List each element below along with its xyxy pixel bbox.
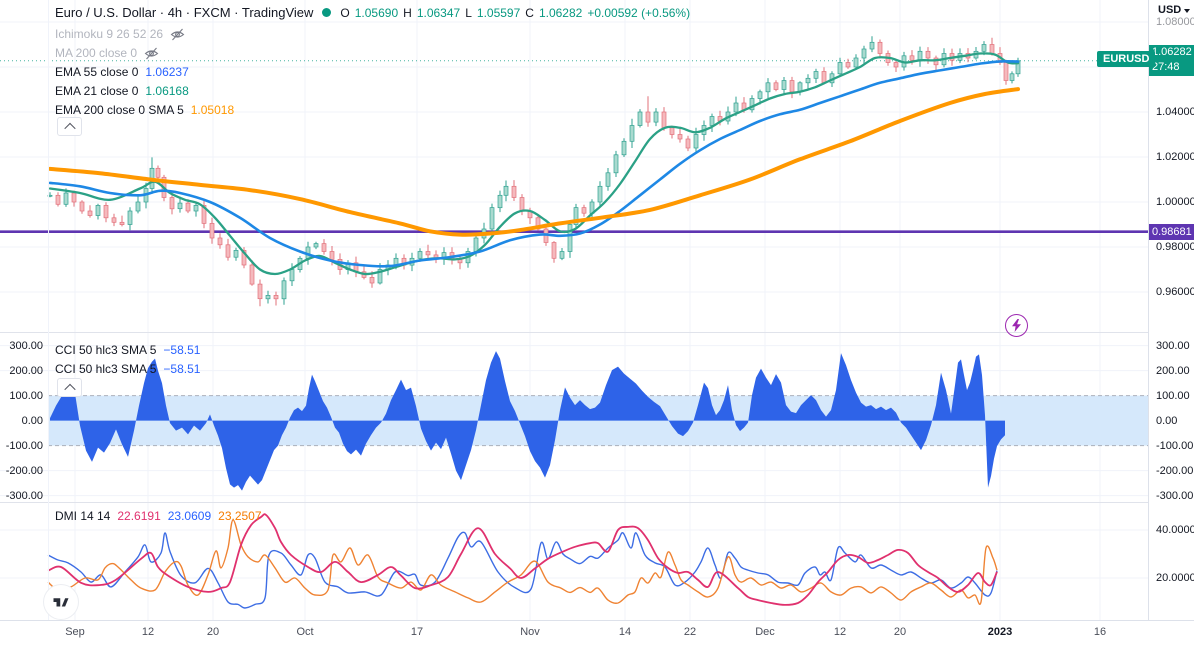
cci-tick: 0.00 bbox=[1156, 414, 1178, 427]
price-tick: 1.08000 bbox=[1156, 16, 1194, 28]
indicator-cci2-label[interactable]: CCI 50 hlc3 SMA 5 bbox=[55, 362, 156, 376]
dmi-tick: 20.0000 bbox=[1156, 572, 1194, 584]
cci-tick-left: 0.00 bbox=[21, 414, 43, 427]
time-tick: 17 bbox=[410, 626, 424, 638]
left-gutter-line bbox=[48, 0, 49, 620]
eye-hidden-icon[interactable] bbox=[144, 47, 159, 60]
last-price-badge: 1.06282 27:48 bbox=[1149, 45, 1194, 76]
dmi-tick: 40.0000 bbox=[1156, 524, 1194, 536]
indicator-cci1-label[interactable]: CCI 50 hlc3 SMA 5 bbox=[55, 343, 156, 357]
time-tick: 12 bbox=[833, 626, 847, 638]
cci-tick: 200.00 bbox=[1156, 364, 1190, 377]
indicator-ema200-value: 1.05018 bbox=[190, 103, 235, 117]
indicator-cci2-value: −58.51 bbox=[163, 362, 201, 376]
symbol-title[interactable]: Euro / U.S. Dollar · 4h · FXCM · Trading… bbox=[55, 5, 313, 20]
series-marker-dot[interactable] bbox=[322, 8, 332, 17]
time-tick: 12 bbox=[141, 626, 155, 638]
ohlc-close-label: C bbox=[525, 5, 534, 20]
time-tick: Nov bbox=[520, 626, 540, 638]
indicator-ema21-label[interactable]: EMA 21 close 0 bbox=[55, 84, 138, 98]
price-tick: 1.02000 bbox=[1156, 151, 1194, 163]
indicator-cci1-value: −58.51 bbox=[163, 343, 201, 357]
indicator-ema21-value: 1.06168 bbox=[145, 84, 189, 98]
indicator-ema200-label[interactable]: EMA 200 close 0 SMA 5 bbox=[55, 103, 184, 117]
time-tick: Oct bbox=[296, 626, 314, 638]
indicator-ema55-label[interactable]: EMA 55 close 0 bbox=[55, 65, 138, 79]
price-tick: 1.04000 bbox=[1156, 106, 1194, 118]
countdown-timer: 27:48 bbox=[1152, 61, 1180, 73]
time-tick: 20 bbox=[206, 626, 220, 638]
ohlc-low-label: L bbox=[465, 5, 472, 20]
flash-events-icon[interactable] bbox=[1005, 314, 1028, 337]
indicator-ma200-label[interactable]: MA 200 close 0 bbox=[55, 46, 137, 60]
cci-tick-left: 200.00 bbox=[9, 364, 43, 377]
time-tick: 16 bbox=[1093, 626, 1107, 638]
time-tick: 22 bbox=[683, 626, 697, 638]
ohlc-readout: O 1.05690 H 1.06347 L 1.05597 C 1.06282 +0.0… bbox=[340, 6, 690, 20]
right-price-axis[interactable]: USD 1.08000 1.04000 1.02000 1.00000 0.98000 0… bbox=[1149, 0, 1194, 649]
currency-label: USD bbox=[1158, 4, 1182, 16]
chevron-up-icon bbox=[63, 383, 76, 395]
eye-hidden-icon[interactable] bbox=[170, 28, 185, 41]
cci-tick: -200.00 bbox=[1156, 464, 1194, 477]
cci-pane-chart[interactable] bbox=[0, 332, 1148, 502]
cci-tick-left: 300.00 bbox=[9, 339, 43, 352]
pane-divider[interactable] bbox=[0, 332, 1148, 333]
ohlc-open-label: O bbox=[340, 5, 350, 20]
collapse-legend-button[interactable] bbox=[57, 117, 82, 136]
indicator-dmi-minusdi-value: 23.2507 bbox=[218, 509, 262, 523]
cci-tick-left: -200.00 bbox=[5, 464, 43, 477]
chevron-down-icon bbox=[1184, 8, 1191, 13]
price-tick: 1.00000 bbox=[1156, 196, 1194, 208]
symbol-price-tag: EURUSD bbox=[1097, 51, 1156, 67]
level-price-value: 0.98681 bbox=[1152, 226, 1192, 238]
ohlc-close-value: 1.06282 bbox=[538, 5, 583, 20]
level-price-badge: 0.98681 bbox=[1149, 224, 1194, 240]
last-price-value: 1.06282 bbox=[1152, 46, 1192, 58]
time-axis[interactable]: Sep1220Oct17Nov1422Dec1220202316 A bbox=[0, 620, 1194, 649]
ohlc-high-value: 1.06347 bbox=[416, 5, 461, 20]
time-tick: Sep bbox=[65, 626, 85, 638]
time-tick: Dec bbox=[755, 626, 775, 638]
cci-tick: 100.00 bbox=[1156, 389, 1190, 402]
ohlc-high-label: H bbox=[403, 5, 412, 20]
price-tick: 0.98000 bbox=[1156, 241, 1194, 253]
price-pane-chart[interactable] bbox=[0, 0, 1148, 332]
cci-tick-left: -100.00 bbox=[5, 439, 43, 452]
tradingview-chart-window: { "header": { "title": "Euro / U.S. Doll… bbox=[0, 0, 1194, 649]
indicator-dmi-plusdi-value: 23.0609 bbox=[167, 509, 212, 523]
time-tick: 20 bbox=[893, 626, 907, 638]
pane-divider[interactable] bbox=[0, 502, 1148, 503]
time-tick: 14 bbox=[618, 626, 632, 638]
cci-tick: -300.00 bbox=[1156, 489, 1194, 502]
ohlc-low-value: 1.05597 bbox=[476, 5, 521, 20]
cci-tick: 300.00 bbox=[1156, 339, 1190, 352]
cci-tick-left: 100.00 bbox=[9, 389, 43, 402]
collapse-cci-legend-button[interactable] bbox=[57, 378, 82, 397]
indicator-dmi-adx-value: 22.6191 bbox=[117, 509, 161, 523]
ohlc-change-value: +0.00592 (+0.56%) bbox=[587, 5, 691, 20]
indicator-dmi-label[interactable]: DMI 14 14 bbox=[55, 509, 110, 523]
cci-tick: -100.00 bbox=[1156, 439, 1194, 452]
price-tick: 0.96000 bbox=[1156, 286, 1194, 298]
indicator-ema55-value: 1.06237 bbox=[145, 65, 189, 79]
chevron-up-icon bbox=[63, 122, 76, 134]
ohlc-open-value: 1.05690 bbox=[354, 5, 399, 20]
indicator-ichimoku-label[interactable]: Ichimoku 9 26 52 26 bbox=[55, 27, 163, 41]
time-tick: 2023 bbox=[987, 626, 1013, 638]
cci-tick-left: -300.00 bbox=[5, 489, 43, 502]
currency-dropdown[interactable]: USD bbox=[1158, 4, 1191, 16]
tradingview-logo[interactable] bbox=[44, 585, 78, 619]
